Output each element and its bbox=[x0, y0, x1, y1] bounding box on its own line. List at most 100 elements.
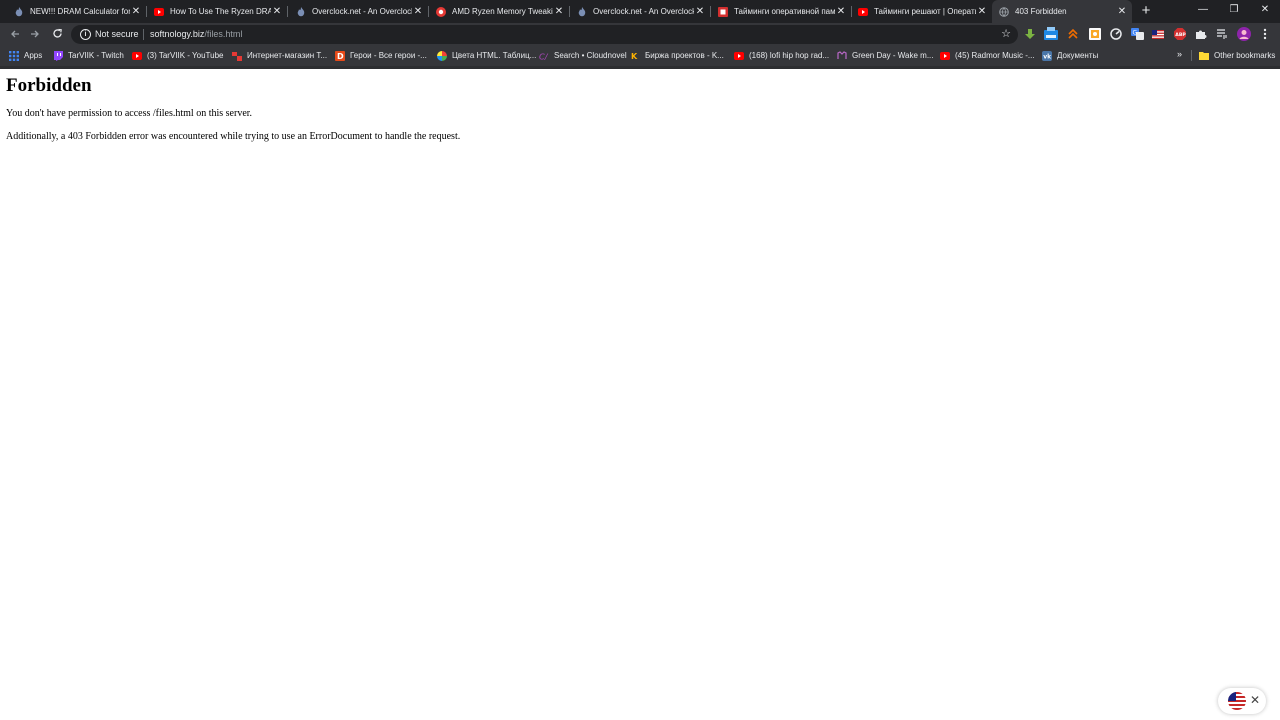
bookmark-green-day[interactable]: Green Day - Wake m... bbox=[837, 45, 934, 66]
download-extension-icon[interactable] bbox=[1023, 27, 1037, 41]
translate-extension-icon[interactable]: G bbox=[1130, 27, 1144, 41]
close-icon[interactable]: ✕ bbox=[130, 6, 142, 18]
url-path: /files.html bbox=[204, 29, 243, 39]
tab-dram-calculator[interactable]: NEW!!! DRAM Calculator for R ✕ bbox=[0, 0, 146, 23]
bookmark-documents[interactable]: vk Документы bbox=[1042, 45, 1098, 66]
tab-ryzen-dram-video[interactable]: How To Use The Ryzen DRAM ✕ bbox=[147, 0, 287, 23]
reading-list-icon[interactable] bbox=[1215, 27, 1229, 41]
bookmark-label: (45) Radmor Music -... bbox=[955, 51, 1035, 60]
info-icon[interactable]: i bbox=[80, 29, 91, 40]
bookmark-radmor-music[interactable]: (45) Radmor Music -... bbox=[940, 45, 1035, 66]
bookmark-store[interactable]: Интернет-магазин Т... bbox=[232, 45, 327, 66]
bookmark-lofi-radio[interactable]: (168) lofi hip hop rad... bbox=[734, 45, 829, 66]
globe-icon bbox=[999, 6, 1009, 17]
bookmark-star-icon[interactable]: ☆ bbox=[1001, 27, 1011, 41]
bookmark-cloudnovel[interactable]: C/ Search • Cloudnovel bbox=[539, 45, 627, 66]
music-icon bbox=[837, 50, 847, 61]
color-wheel-icon bbox=[437, 50, 447, 61]
tab-title: Overclock.net - An Overclock bbox=[312, 7, 412, 16]
adblock-plus-icon[interactable]: ABP bbox=[1173, 27, 1187, 41]
floating-translate-widget[interactable]: ✕ bbox=[1218, 688, 1266, 714]
gauge-extension-icon[interactable] bbox=[1109, 27, 1123, 41]
minimize-icon[interactable]: — bbox=[1192, 2, 1214, 18]
chevron-right-icon[interactable]: » bbox=[1177, 49, 1182, 59]
overclock-flame-icon bbox=[14, 6, 24, 17]
new-tab-button[interactable]: + bbox=[1138, 3, 1154, 19]
us-flag-icon[interactable] bbox=[1151, 27, 1165, 41]
bookmark-label: Интернет-магазин Т... bbox=[247, 51, 328, 60]
close-icon[interactable]: ✕ bbox=[412, 6, 424, 18]
save-extension-icon[interactable] bbox=[1044, 27, 1058, 41]
bookmark-label: (168) lofi hip hop rad... bbox=[749, 51, 830, 60]
youtube-icon bbox=[734, 51, 744, 61]
bookmark-heroes[interactable]: D Герои - Все герои -... bbox=[335, 45, 427, 66]
svg-text:C/: C/ bbox=[539, 51, 549, 60]
bookmark-label: TarVIIK - Twitch bbox=[68, 51, 124, 60]
youtube-icon bbox=[858, 7, 868, 17]
tab-title: Тайминги оперативной памя bbox=[734, 7, 835, 16]
other-bookmarks[interactable]: Other bookmarks bbox=[1199, 45, 1275, 66]
youtube-icon bbox=[154, 7, 164, 17]
bookmark-label: Герои - Все герои -... bbox=[350, 51, 427, 60]
profile-avatar-icon[interactable] bbox=[1237, 27, 1251, 41]
bookmark-projects-exchange[interactable]: K Биржа проектов - K... bbox=[630, 45, 724, 66]
bookmark-label: (3) TarVIIK - YouTube bbox=[147, 51, 224, 60]
security-status[interactable]: Not secure bbox=[95, 28, 139, 41]
tab-overclock-net-2[interactable]: Overclock.net - An Overclock ✕ bbox=[570, 0, 710, 23]
bookmark-label: Документы bbox=[1057, 51, 1099, 60]
photo-extension-icon[interactable] bbox=[1088, 27, 1102, 41]
bookmark-twitch[interactable]: TarVIIK - Twitch bbox=[53, 45, 124, 66]
svg-text:K: K bbox=[631, 52, 638, 61]
apps-grid-icon bbox=[9, 50, 19, 61]
tab-title: How To Use The Ryzen DRAM bbox=[170, 7, 271, 16]
tab-overclock-net-1[interactable]: Overclock.net - An Overclock ✕ bbox=[288, 0, 428, 23]
page-title: Forbidden bbox=[6, 75, 92, 96]
bookmark-apps[interactable]: Apps bbox=[9, 45, 42, 66]
bookmarks-divider bbox=[1191, 50, 1192, 61]
bookmark-label: Биржа проектов - K... bbox=[645, 51, 724, 60]
arrows-extension-icon[interactable] bbox=[1066, 27, 1080, 41]
amd-icon bbox=[436, 6, 446, 17]
address-separator bbox=[143, 29, 144, 40]
svg-text:D: D bbox=[337, 52, 344, 61]
tab-title: 403 Forbidden bbox=[1015, 7, 1067, 16]
bookmark-html-colors[interactable]: Цвета HTML. Таблиц... bbox=[437, 45, 536, 66]
restore-icon[interactable]: ❐ bbox=[1223, 2, 1245, 18]
tab-amd-memory-tweaking[interactable]: AMD Ryzen Memory Tweaking ✕ bbox=[429, 0, 569, 23]
cloudnovel-icon: C/ bbox=[539, 51, 549, 60]
close-icon[interactable]: ✕ bbox=[271, 6, 283, 18]
close-icon[interactable]: ✕ bbox=[835, 6, 847, 18]
folder-icon bbox=[1199, 51, 1209, 61]
close-icon[interactable]: ✕ bbox=[694, 6, 706, 18]
extensions-puzzle-icon[interactable] bbox=[1194, 27, 1208, 41]
back-button[interactable] bbox=[7, 26, 23, 42]
close-icon[interactable]: ✕ bbox=[976, 6, 988, 18]
address-bar[interactable]: i Not secure softnology.biz/files.html ☆ bbox=[71, 25, 1018, 44]
youtube-icon bbox=[940, 51, 950, 61]
error-message: You don't have permission to access /fil… bbox=[6, 108, 253, 119]
bookmark-label: Search • Cloudnovel bbox=[554, 51, 627, 60]
close-icon[interactable]: ✕ bbox=[1249, 693, 1261, 707]
tab-title: NEW!!! DRAM Calculator for R bbox=[30, 7, 130, 16]
close-icon[interactable]: ✕ bbox=[1116, 6, 1128, 18]
overclock-flame-icon bbox=[577, 6, 587, 17]
url-text[interactable]: softnology.biz/files.html bbox=[150, 28, 242, 41]
twitch-icon bbox=[53, 50, 63, 61]
close-icon[interactable]: ✕ bbox=[553, 6, 565, 18]
bookmark-label: Apps bbox=[24, 51, 43, 60]
us-flag-icon[interactable] bbox=[1228, 692, 1246, 710]
additional-error-message: Additionally, a 403 Forbidden error was … bbox=[6, 131, 461, 142]
reload-button[interactable] bbox=[49, 26, 65, 42]
store-icon bbox=[232, 51, 242, 61]
tab-title: AMD Ryzen Memory Tweaking bbox=[452, 7, 553, 16]
forward-button[interactable] bbox=[27, 26, 43, 42]
bookmark-youtube-channel[interactable]: (3) TarVIIK - YouTube bbox=[132, 45, 224, 66]
page-content: Forbidden You don't have permission to a… bbox=[6, 75, 1266, 153]
more-menu-icon[interactable] bbox=[1258, 27, 1272, 41]
svg-text:vk: vk bbox=[1043, 53, 1052, 60]
close-window-icon[interactable]: ✕ bbox=[1254, 2, 1276, 18]
tab-ram-timings[interactable]: Тайминги оперативной памя ✕ bbox=[711, 0, 851, 23]
tab-403-forbidden[interactable]: 403 Forbidden ✕ bbox=[992, 0, 1132, 23]
bookmarks-bar: Apps TarVIIK - Twitch (3) TarVIIK - YouT… bbox=[0, 45, 1280, 66]
tab-timings-video[interactable]: Тайминги решают | Операти ✕ bbox=[852, 0, 992, 23]
